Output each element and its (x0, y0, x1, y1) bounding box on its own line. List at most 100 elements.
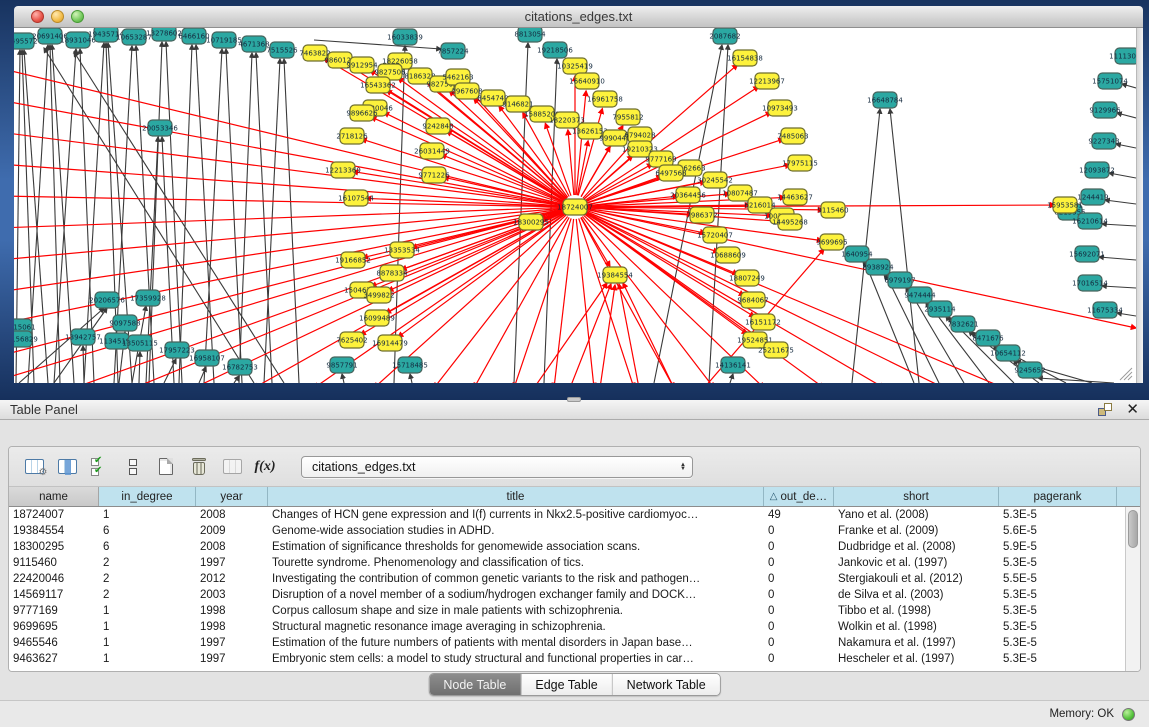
graph-vertical-scrollbar[interactable] (1136, 28, 1143, 383)
graph-node-label: 15720407 (697, 232, 733, 240)
table-row[interactable]: 1830029562008Estimation of significance … (9, 539, 1140, 555)
table-cell-out_degree: 0 (764, 605, 834, 617)
graph-node-label: 9245652 (1014, 367, 1045, 375)
create-column-button[interactable] (151, 453, 181, 481)
table-cell-out_degree: 0 (764, 573, 834, 585)
delete-column-button[interactable] (184, 453, 214, 481)
column-header-out_degree[interactable]: △out_de… (764, 487, 834, 506)
graph-node-label: 11675334 (1087, 307, 1123, 315)
table-cell-out_degree: 0 (764, 621, 834, 633)
column-header-pagerank[interactable]: pagerank (999, 487, 1117, 506)
window-titlebar[interactable]: citations_edges.txt (14, 6, 1143, 28)
graph-node-label: 15953581 (1047, 202, 1083, 210)
table-cell-out_degree: 0 (764, 541, 834, 553)
graph-node-label: 30245542 (697, 177, 733, 185)
table-row[interactable]: 969969511998Structural magnetic resonanc… (9, 619, 1140, 635)
graph-node-label: 9896626 (346, 110, 378, 118)
graph-node-label: 16640910 (569, 78, 605, 86)
table-cell-in_degree: 1 (99, 509, 196, 521)
table-row[interactable]: 977716911998Corpus callosum shape and si… (9, 603, 1140, 619)
graph-node-label: 3499822 (363, 292, 394, 300)
row-height-button[interactable] (118, 453, 148, 481)
table-row[interactable]: 946362711997Embryonic stem cells: a mode… (9, 651, 1140, 667)
graph-node-label: 12213369 (325, 167, 361, 175)
graph-node-label: 20053346 (142, 125, 178, 133)
table-cell-in_degree: 6 (99, 525, 196, 537)
graph-node-label: 17957223 (159, 347, 195, 355)
table-row[interactable]: 946554611997Estimation of the future num… (9, 635, 1140, 651)
graph-node-label: 15718485 (392, 362, 428, 370)
tab-edge-table[interactable]: Edge Table (521, 674, 612, 695)
table-columns-icon (58, 459, 77, 474)
graph-edge (410, 374, 412, 383)
graph-edge (568, 130, 574, 195)
panel-resize-handle[interactable] (567, 397, 581, 402)
table-options-button[interactable]: ⚙ (19, 453, 49, 481)
graph-edge (226, 49, 242, 383)
resize-grip-icon[interactable] (1120, 368, 1132, 380)
column-header-in_degree[interactable]: in_degree (99, 487, 196, 506)
graph-node-label: 9915061 (14, 324, 36, 332)
network-graph-canvas[interactable]: 2495572206914061893104619435714106532871… (14, 28, 1136, 383)
graph-edge (576, 91, 586, 195)
table-cell-pagerank: 5.5E-5 (999, 573, 1117, 585)
table-row[interactable]: 1938455462009Genome-wide association stu… (9, 523, 1140, 539)
table-cell-year: 2003 (196, 589, 268, 601)
table-row[interactable]: 1456911722003Disruption of a novel membe… (9, 587, 1140, 603)
table-cell-in_degree: 1 (99, 621, 196, 633)
table-cell-name: 9777169 (9, 605, 99, 617)
graph-node-label: 16958107 (189, 355, 225, 363)
graph-node-label: 7625402 (336, 337, 367, 345)
import-table-button[interactable] (217, 453, 247, 481)
table-cell-title: Embryonic stem cells: a model to study s… (268, 653, 764, 665)
tab-node-table[interactable]: Node Table (429, 674, 521, 695)
graph-node-label: 9857791 (326, 362, 357, 370)
graph-node-label: 6979197 (884, 277, 915, 285)
graph-edge (585, 213, 754, 317)
column-header-short[interactable]: short (834, 487, 999, 506)
graph-edge (74, 52, 284, 383)
graph-node-label: 9699695 (816, 239, 847, 247)
graph-node-label: 8813054 (514, 31, 546, 39)
graph-edge (204, 49, 222, 383)
memory-status-label: Memory: OK (1049, 708, 1114, 720)
graph-node-label: 19384554 (597, 272, 633, 280)
graph-node-label: 9777169 (645, 156, 676, 164)
graph-node-label: 7515526 (266, 47, 298, 55)
select-all-button[interactable]: ✔✔ (85, 453, 115, 481)
attribute-table: namein_degreeyear title △out_de…shortpager… (9, 487, 1140, 672)
graph-node-label: 9771226 (418, 172, 450, 180)
table-cell-in_degree: 1 (99, 637, 196, 649)
table-body: 1872400712008Changes of HCN gene express… (9, 507, 1140, 667)
function-builder-button[interactable]: f(x) (250, 453, 280, 481)
table-row[interactable]: 911546021997Tourette syndrome. Phenomeno… (9, 555, 1140, 571)
graph-node-label: 7955812 (612, 114, 643, 122)
close-panel-icon[interactable]: ✕ (1126, 402, 1139, 417)
table-cell-short: Wolkin et al. (1998) (834, 621, 999, 633)
select-columns-button[interactable] (52, 453, 82, 481)
table-vertical-scrollbar[interactable] (1125, 507, 1140, 672)
table-cell-pagerank: 5.6E-5 (999, 525, 1117, 537)
table-cell-pagerank: 5.3E-5 (999, 589, 1117, 601)
graph-node-label: 9684067 (737, 297, 768, 305)
tab-network-table[interactable]: Network Table (613, 674, 720, 695)
graph-node-label: 11113067 (1109, 53, 1136, 61)
graph-edge (730, 374, 733, 383)
table-gear-icon: ⚙ (25, 459, 44, 474)
column-header-label: title (507, 491, 525, 503)
graph-node-label: 18807249 (729, 275, 765, 283)
graph-node-label: 14136141 (715, 362, 751, 370)
table-selector-dropdown[interactable]: citations_edges.txt ▲▼ (301, 456, 693, 478)
table-row[interactable]: 1872400712008Changes of HCN gene express… (9, 507, 1140, 523)
table-cell-short: Tibbo et al. (1998) (834, 605, 999, 617)
table-scrollbar-thumb[interactable] (1128, 510, 1138, 548)
table-row[interactable]: 2242004622012Investigating the contribut… (9, 571, 1140, 587)
graph-node-label: 13942757 (65, 334, 101, 342)
column-header-title[interactable]: title (268, 487, 764, 506)
graph-node-label: 10807487 (722, 190, 758, 198)
table-selector-value: citations_edges.txt (312, 460, 680, 474)
column-header-name[interactable]: name (9, 487, 99, 506)
float-panel-icon[interactable] (1098, 403, 1112, 416)
column-header-year[interactable]: year (196, 487, 268, 506)
graph-node-label: 16033839 (387, 34, 423, 42)
